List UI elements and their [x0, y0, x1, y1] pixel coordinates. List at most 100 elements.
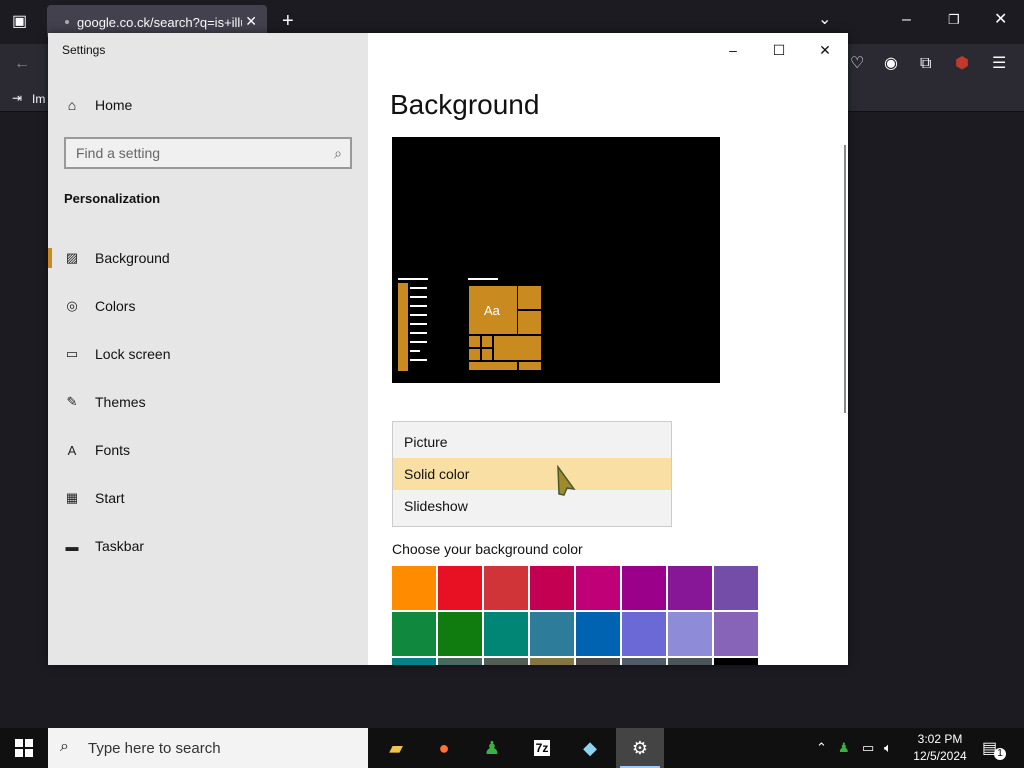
preview-menu-line	[410, 332, 427, 334]
color-swatch[interactable]	[714, 658, 758, 665]
color-swatch[interactable]	[438, 566, 482, 610]
tray-overflow-chevron-icon[interactable]: ⌃	[816, 740, 827, 756]
color-swatch[interactable]	[484, 612, 528, 656]
taskbar-clock[interactable]: 3:02 PM 12/5/2024	[908, 731, 972, 765]
dropdown-option-picture[interactable]: Picture	[393, 426, 671, 458]
color-swatch[interactable]	[392, 612, 436, 656]
color-swatch[interactable]	[484, 566, 528, 610]
color-swatch[interactable]	[438, 612, 482, 656]
tab-close-icon[interactable]: ✕	[245, 13, 257, 30]
color-swatch[interactable]	[530, 612, 574, 656]
close-button[interactable]: ✕	[802, 39, 848, 61]
color-swatch[interactable]	[484, 658, 528, 665]
browser-close-icon[interactable]: ✕	[994, 12, 1007, 28]
color-swatch[interactable]	[530, 566, 574, 610]
volume-icon[interactable]: 🔈︎	[884, 740, 892, 756]
sidebar-item-label: Themes	[95, 394, 146, 410]
settings-sidebar: Settings ⌂ Home Find a setting ⌕ Persona…	[48, 33, 368, 665]
find-setting-input[interactable]: Find a setting ⌕	[64, 137, 352, 169]
color-swatch[interactable]	[668, 612, 712, 656]
scrollbar[interactable]	[844, 145, 846, 413]
color-swatch[interactable]	[622, 612, 666, 656]
browser-restore-icon[interactable]: ❐	[948, 12, 960, 28]
notepad-icon[interactable]: ◆	[566, 728, 614, 768]
browser-minimize-icon[interactable]: –	[902, 12, 911, 28]
preview-app-list	[398, 283, 408, 371]
windows-taskbar: ⌕ Type here to search ▰ ● ♟ 7z ◆ ⚙ ⌃ ♟ ▭…	[0, 728, 1024, 768]
back-arrow-icon[interactable]: ←	[14, 56, 30, 72]
ublock-icon[interactable]: ⬢	[955, 56, 969, 72]
color-swatch[interactable]	[392, 658, 436, 665]
taskbar-search-box[interactable]: ⌕ Type here to search	[48, 728, 368, 768]
color-swatch[interactable]	[668, 566, 712, 610]
start-icon: ▦	[65, 490, 79, 505]
sidebar-item-background[interactable]: ▨ Background	[48, 238, 368, 278]
find-setting-placeholder: Find a setting	[76, 145, 161, 161]
tab-overflow-chevron-icon[interactable]: ⌄	[818, 12, 831, 28]
color-swatch[interactable]	[576, 612, 620, 656]
home-nav-item[interactable]: ⌂ Home	[64, 97, 133, 113]
notification-count-badge: 1	[994, 748, 1006, 760]
dropdown-option-slideshow[interactable]: Slideshow	[393, 490, 671, 522]
color-swatch[interactable]	[576, 658, 620, 665]
sidebar-item-themes[interactable]: ✎ Themes	[48, 382, 368, 422]
preview-tile	[481, 335, 493, 348]
import-bookmarks-label[interactable]: Im	[32, 92, 45, 106]
color-swatch[interactable]	[622, 658, 666, 665]
sidebar-item-colors[interactable]: ◎ Colors	[48, 286, 368, 326]
preview-tile	[468, 361, 518, 371]
color-swatch[interactable]	[714, 612, 758, 656]
palette-icon: ◎	[66, 298, 78, 313]
tab-list-icon[interactable]: ▣	[12, 14, 27, 30]
7zip-icon[interactable]: 7z	[518, 728, 566, 768]
preview-menu-line	[410, 359, 427, 361]
color-swatch[interactable]	[438, 658, 482, 665]
clock-date: 12/5/2024	[913, 749, 967, 763]
background-type-dropdown[interactable]: Picture Solid color Slideshow	[392, 421, 672, 527]
preview-tile	[468, 348, 481, 361]
sidebar-item-start[interactable]: ▦ Start	[48, 478, 368, 518]
people-icon[interactable]: ♟	[468, 728, 516, 768]
tray-people-icon[interactable]: ♟	[838, 740, 850, 756]
preview-tile-wide	[493, 335, 542, 361]
home-icon: ⌂	[67, 97, 77, 113]
color-swatch[interactable]	[622, 566, 666, 610]
start-button[interactable]	[0, 728, 48, 768]
dropdown-option-solid-color[interactable]: Solid color	[393, 458, 671, 490]
minimize-button[interactable]: –	[710, 39, 756, 61]
maximize-button[interactable]: ☐	[756, 39, 802, 61]
firefox-icon[interactable]: ●	[420, 728, 468, 768]
network-icon[interactable]: ▭	[862, 740, 874, 756]
new-tab-button[interactable]: +	[282, 11, 294, 31]
pocket-icon[interactable]: ♡	[850, 56, 864, 72]
clock-time: 3:02 PM	[917, 732, 963, 746]
settings-icon[interactable]: ⚙	[616, 728, 664, 768]
color-swatch[interactable]	[392, 566, 436, 610]
file-explorer-icon[interactable]: ▰	[372, 728, 420, 768]
tab-favicon-icon	[65, 20, 69, 24]
sidebar-item-taskbar[interactable]: ▬ Taskbar	[48, 526, 368, 566]
preview-tile	[517, 310, 542, 335]
preview-tile	[518, 361, 542, 371]
menu-hamburger-icon[interactable]: ☰	[992, 56, 1006, 72]
window-title: Settings	[62, 43, 106, 57]
color-swatch[interactable]	[530, 658, 574, 665]
preview-menu-line	[410, 341, 427, 343]
preview-menu-line	[410, 305, 427, 307]
import-bookmarks-icon[interactable]: ⇥	[12, 91, 22, 105]
taskbar-search-placeholder: Type here to search	[88, 739, 221, 757]
windows-logo-icon	[15, 739, 33, 757]
account-icon[interactable]: ◉	[884, 56, 898, 72]
color-swatch[interactable]	[714, 566, 758, 610]
preview-tile-text: Aa	[484, 303, 500, 318]
taskbar-icon: ▬	[65, 538, 79, 554]
color-swatch[interactable]	[576, 566, 620, 610]
color-swatch[interactable]	[668, 658, 712, 665]
sidebar-item-fonts[interactable]: A Fonts	[48, 430, 368, 470]
section-title: Personalization	[64, 191, 161, 206]
background-preview: Aa	[392, 137, 720, 383]
sidebar-item-lock-screen[interactable]: ▭ Lock screen	[48, 334, 368, 374]
extensions-icon[interactable]: ⧉	[920, 56, 931, 72]
preview-menu-line	[398, 278, 428, 280]
tab-title: google.co.ck/search?q=is+illustr	[77, 14, 242, 30]
